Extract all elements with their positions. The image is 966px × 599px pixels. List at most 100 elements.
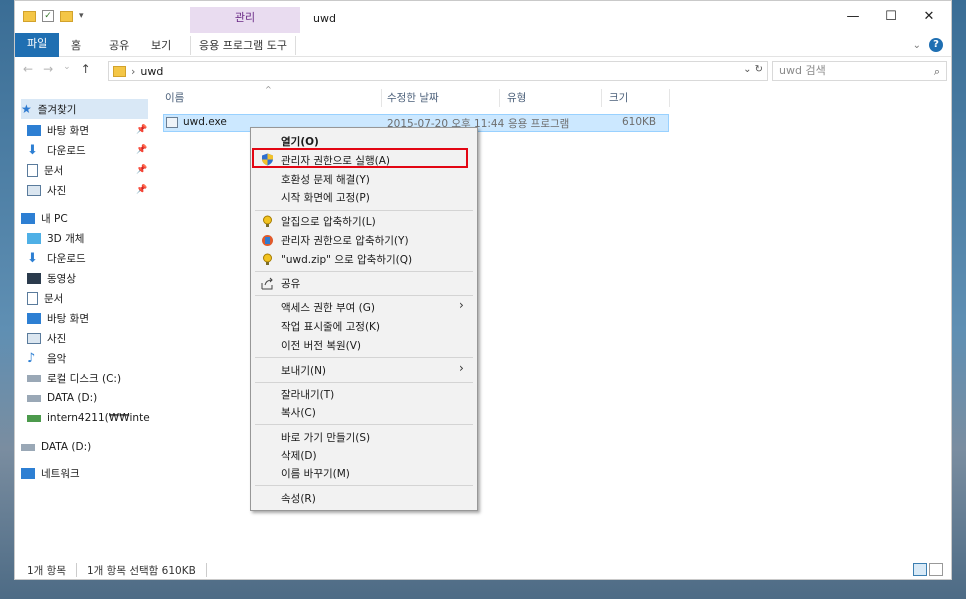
nav-label: 내 PC (41, 212, 68, 225)
breadcrumb[interactable]: uwd (140, 65, 163, 78)
column-separator[interactable] (669, 89, 670, 107)
chevron-down-icon[interactable]: ⌄ (913, 40, 921, 51)
nav-local-disk-c[interactable]: 로컬 디스크 (C:) (27, 368, 121, 388)
download-arrow-icon: ⬇ (27, 142, 38, 158)
back-arrow-icon[interactable]: ← (23, 62, 33, 76)
menu-item-share[interactable]: 공유 (281, 276, 300, 291)
column-header-type[interactable]: 유형 (507, 87, 526, 109)
menu-item-send-to[interactable]: 보내기(N) (281, 363, 326, 378)
menu-item-alzip[interactable]: 알집으로 압축하기(L) (281, 214, 376, 229)
column-header-modified[interactable]: 수정한 날짜 (387, 87, 439, 109)
menu-separator (255, 295, 473, 296)
nav-label: 사진 (47, 184, 67, 197)
menu-item-create-shortcut[interactable]: 바로 가기 만들기(S) (281, 430, 370, 445)
nav-downloads[interactable]: ⬇ 다운로드 (27, 140, 86, 160)
nav-pc-pictures[interactable]: 사진 (27, 328, 66, 348)
folder-icon[interactable] (23, 10, 36, 22)
nav-network[interactable]: 네트워크 (21, 463, 80, 483)
status-divider (205, 563, 207, 577)
exe-icon (166, 117, 178, 128)
tab-view[interactable]: 보기 (143, 36, 179, 55)
nav-label: DATA (D:) (47, 392, 98, 404)
new-folder-icon[interactable] (60, 10, 73, 22)
tab-file[interactable]: 파일 (15, 33, 60, 57)
nav-label: 즐겨찾기 (37, 103, 77, 116)
nav-label: 동영상 (47, 272, 76, 285)
column-separator[interactable] (499, 89, 500, 107)
column-separator[interactable] (381, 89, 382, 107)
nav-label: intern4211(₩₩inte (47, 412, 150, 424)
menu-separator (255, 485, 473, 486)
tab-application-tools[interactable]: 응용 프로그램 도구 (190, 36, 296, 55)
nav-videos[interactable]: 동영상 (27, 268, 76, 288)
menu-item-open[interactable]: 열기(O) (281, 134, 319, 149)
nav-this-pc[interactable]: 내 PC (21, 208, 68, 228)
nav-pictures[interactable]: 사진 (27, 180, 66, 200)
contextual-tab-header: 관리 (190, 7, 300, 33)
tab-home[interactable]: 홈 (63, 36, 89, 55)
search-input[interactable]: uwd 검색 ⌕ (772, 61, 947, 81)
menu-item-delete[interactable]: 삭제(D) (281, 448, 317, 463)
menu-item-cut[interactable]: 잘라내기(T) (281, 387, 334, 402)
drive-icon (27, 374, 41, 382)
column-header-size[interactable]: 크기 (609, 87, 628, 109)
menu-item-troubleshoot[interactable]: 호환성 문제 해결(Y) (281, 172, 370, 187)
highlight-box (252, 148, 468, 168)
close-button[interactable]: ✕ (909, 9, 949, 24)
file-type: 응용 프로그램 (508, 118, 570, 130)
large-icons-view-icon[interactable] (929, 563, 943, 576)
search-icon[interactable]: ⌕ (934, 63, 940, 81)
recent-chevron-icon[interactable]: ⌄ (63, 62, 71, 76)
folder-icon (113, 65, 126, 77)
nav-desktop[interactable]: 바탕 화면 (27, 120, 89, 140)
music-note-icon: ♪ (27, 350, 36, 366)
up-arrow-icon[interactable]: ↑ (81, 62, 91, 76)
address-bar[interactable]: › uwd ⌄ ↻ (108, 61, 768, 81)
menu-item-copy[interactable]: 복사(C) (281, 405, 316, 420)
picture-icon (27, 332, 41, 344)
menu-item-restore-previous[interactable]: 이전 버전 복원(V) (281, 338, 361, 353)
network-drive-icon (27, 414, 41, 422)
nav-pc-desktop[interactable]: 바탕 화면 (27, 308, 89, 328)
nav-documents[interactable]: 문서 (27, 160, 63, 180)
menu-item-zip-as[interactable]: "uwd.zip" 으로 압축하기(Q) (281, 252, 412, 267)
pin-icon: 📌 (136, 165, 148, 175)
help-icon[interactable]: ? (929, 38, 943, 52)
film-icon (27, 272, 41, 284)
address-row: ← → ⌄ ↑ › uwd ⌄ ↻ uwd 검색 ⌕ (15, 59, 951, 83)
menu-separator (255, 357, 473, 358)
nav-pc-downloads[interactable]: ⬇ 다운로드 (27, 248, 86, 268)
minimize-button[interactable]: — (833, 9, 873, 24)
drive-icon (27, 394, 41, 402)
details-view-icon[interactable] (913, 563, 927, 576)
nav-data-d[interactable]: DATA (D:) (27, 388, 97, 408)
desktop-icon (27, 124, 41, 136)
nav-pc-documents[interactable]: 문서 (27, 288, 63, 308)
refresh-icon[interactable]: ⌄ ↻ (743, 64, 763, 75)
nav-label: 음악 (47, 352, 67, 365)
customize-qat-icon[interactable]: ▾ (79, 11, 84, 21)
column-separator[interactable] (601, 89, 602, 107)
status-selection: 1개 항목 선택함 610KB (87, 564, 196, 577)
pin-icon: 📌 (136, 185, 148, 195)
menu-item-admin-compress[interactable]: 관리자 권한으로 압축하기(Y) (281, 233, 409, 248)
forward-arrow-icon[interactable]: → (43, 62, 53, 76)
submenu-arrow-icon: › (459, 361, 464, 375)
menu-separator (255, 210, 473, 211)
menu-item-properties[interactable]: 속성(R) (281, 491, 316, 506)
menu-item-pin-start[interactable]: 시작 화면에 고정(P) (281, 190, 370, 205)
nav-music[interactable]: ♪ 음악 (27, 348, 66, 368)
checkbox-icon[interactable]: ✓ (42, 10, 54, 22)
nav-3d-objects[interactable]: 3D 개체 (27, 228, 84, 248)
nav-quick-access[interactable]: ★ 즐겨찾기 (21, 99, 148, 119)
menu-item-rename[interactable]: 이름 바꾸기(M) (281, 466, 350, 481)
menu-item-pin-taskbar[interactable]: 작업 표시줄에 고정(K) (281, 319, 380, 334)
nav-data-drive[interactable]: DATA (D:) (21, 437, 91, 457)
menu-item-grant-access[interactable]: 액세스 권한 부여 (G) (281, 300, 375, 315)
maximize-button[interactable]: ☐ (871, 9, 911, 24)
tab-share[interactable]: 공유 (101, 36, 137, 55)
column-header-name[interactable]: 이름 (165, 87, 184, 109)
alzip-admin-icon (261, 234, 274, 247)
nav-network-drive[interactable]: intern4211(₩₩inte (27, 408, 150, 428)
nav-label: 다운로드 (47, 144, 86, 157)
